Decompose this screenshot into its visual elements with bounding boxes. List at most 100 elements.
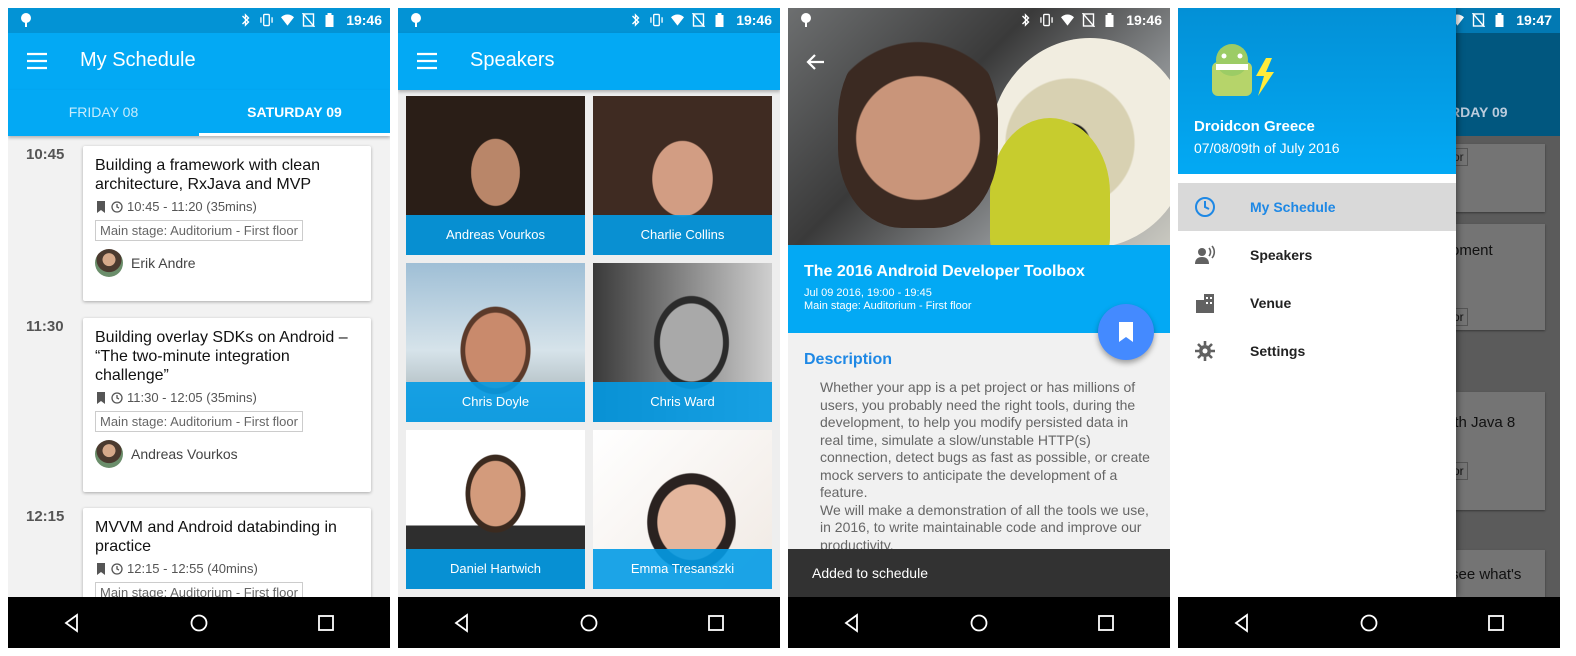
clock: 19:46 [736, 12, 772, 28]
day-tabs: FRIDAY 08 SATURDAY 09 [8, 90, 390, 136]
session-title: Building a framework with clean architec… [95, 157, 320, 193]
description-section[interactable]: Description Whether your app is a pet pr… [788, 333, 1170, 549]
speaker-name: Charlie Collins [593, 215, 772, 255]
speaker-name: Chris Doyle [406, 382, 585, 422]
back-nav-icon[interactable] [452, 612, 472, 633]
speaker-name: Andreas Vourkos [131, 446, 238, 462]
app-bar: Speakers [398, 33, 780, 90]
vibrate-icon [650, 13, 663, 27]
battery-icon [325, 13, 334, 27]
session-detail-screen: 19:46 The 2016 Android Developer Toolbox… [788, 8, 1170, 648]
bookmark-icon [1119, 322, 1133, 342]
building-icon [1196, 294, 1214, 313]
menu-icon[interactable] [26, 50, 48, 72]
clock-icon [111, 562, 123, 575]
recents-nav-icon[interactable] [1096, 613, 1116, 633]
drawer-item-label: My Schedule [1250, 199, 1336, 215]
android-notification-icon [21, 13, 31, 27]
home-nav-icon[interactable] [1359, 613, 1379, 633]
drawer-item-label: Settings [1250, 343, 1306, 359]
android-notification-icon [411, 13, 421, 27]
session-room: Main stage: Auditorium - First floor [804, 300, 972, 312]
room-chip: Main stage: Auditorium - First floor [95, 582, 303, 597]
session-card[interactable]: Building a framework with clean architec… [83, 146, 371, 301]
speaker-card[interactable]: Chris Doyle [406, 263, 585, 422]
description-heading: Description [804, 351, 893, 368]
dimmed-card: oment or [1449, 224, 1545, 330]
drawer-item-speakers[interactable]: Speakers [1178, 231, 1456, 279]
back-nav-icon[interactable] [1232, 612, 1252, 633]
speaker-card[interactable]: Andreas Vourkos [406, 96, 585, 255]
session-card[interactable]: MVVM and Android databinding in practice… [83, 508, 371, 597]
gear-icon [1195, 341, 1215, 361]
speaker-row[interactable]: Andreas Vourkos [95, 440, 359, 468]
android-notification-icon [801, 13, 811, 27]
bookmark-icon[interactable] [95, 200, 107, 213]
speaker-row[interactable]: Erik Andre [95, 249, 359, 277]
back-arrow-icon[interactable] [806, 52, 826, 72]
session-time: 10:45 - 11:20 (35mins) [127, 199, 257, 214]
speaker-name: Andreas Vourkos [406, 215, 585, 255]
no-sim-icon [692, 13, 706, 27]
bookmark-fab[interactable] [1098, 304, 1154, 360]
speaker-name: Chris Ward [593, 382, 772, 422]
speaker-card[interactable]: Chris Ward [593, 263, 772, 422]
dimmed-text: see what's [1451, 566, 1522, 583]
wifi-icon [671, 14, 685, 26]
speaker-card[interactable]: Charlie Collins [593, 96, 772, 255]
clock-icon [1195, 197, 1215, 217]
drawer-item-label: Speakers [1250, 247, 1313, 263]
tab-saturday[interactable]: SATURDAY 09 [199, 90, 390, 136]
clock: 19:47 [1516, 12, 1552, 28]
schedule-list[interactable]: 10:45 Building a framework with clean ar… [8, 136, 390, 597]
menu-icon[interactable] [416, 50, 438, 72]
clock: 19:46 [346, 12, 382, 28]
session-meta: 10:45 - 11:20 (35mins) [95, 199, 359, 214]
slot-time: 11:30 [26, 318, 64, 335]
battery-icon [1105, 13, 1114, 27]
bluetooth-icon [632, 13, 640, 27]
page-title: My Schedule [80, 49, 196, 71]
bookmark-icon[interactable] [95, 391, 107, 404]
back-nav-icon[interactable] [842, 612, 862, 633]
droidcon-logo-icon [1212, 44, 1274, 96]
status-bar: 19:46 [8, 8, 390, 33]
speaker-name: Erik Andre [131, 255, 196, 271]
slot-time: 10:45 [26, 146, 65, 163]
clock-icon [111, 200, 123, 213]
recents-nav-icon[interactable] [706, 613, 726, 633]
bookmark-icon[interactable] [95, 562, 107, 575]
back-nav-icon[interactable] [62, 612, 82, 633]
session-title: Building overlay SDKs on Android – “The … [95, 329, 348, 384]
speaker-card[interactable]: Daniel Hartwich [406, 430, 585, 589]
dimmed-card: or [1449, 144, 1545, 212]
speaker-card[interactable]: Emma Tresanszki [593, 430, 772, 589]
drawer-item-venue[interactable]: Venue [1178, 279, 1456, 327]
system-nav-bar [1178, 597, 1560, 648]
bluetooth-icon [242, 13, 250, 27]
room-chip: Main stage: Auditorium - First floor [95, 411, 303, 432]
drawer-item-settings[interactable]: Settings [1178, 327, 1456, 375]
navigation-drawer-screen: RDAY 09 or oment or ith Java 8 or see wh… [1178, 8, 1560, 648]
recents-nav-icon[interactable] [1486, 613, 1506, 633]
session-card[interactable]: Building overlay SDKs on Android – “The … [83, 318, 371, 492]
status-bar: 19:46 [788, 8, 1170, 33]
drawer-item-my-schedule[interactable]: My Schedule [1178, 183, 1456, 231]
app-bar: My Schedule [8, 33, 390, 90]
home-nav-icon[interactable] [189, 613, 209, 633]
clock: 19:46 [1126, 12, 1162, 28]
speaker-face [838, 28, 998, 228]
slot-time: 12:15 [26, 508, 65, 525]
wifi-icon [281, 14, 295, 26]
tab-friday[interactable]: FRIDAY 08 [8, 90, 199, 136]
avatar [95, 440, 123, 468]
home-nav-icon[interactable] [969, 613, 989, 633]
dimmed-text: ith Java 8 [1451, 414, 1516, 431]
system-nav-bar [8, 597, 390, 648]
vibrate-icon [260, 13, 273, 27]
recents-nav-icon[interactable] [316, 613, 336, 633]
home-nav-icon[interactable] [579, 613, 599, 633]
battery-icon [715, 13, 724, 27]
speaker-voice-icon [1195, 245, 1216, 264]
dimmed-tab: RDAY 09 [1450, 104, 1508, 120]
